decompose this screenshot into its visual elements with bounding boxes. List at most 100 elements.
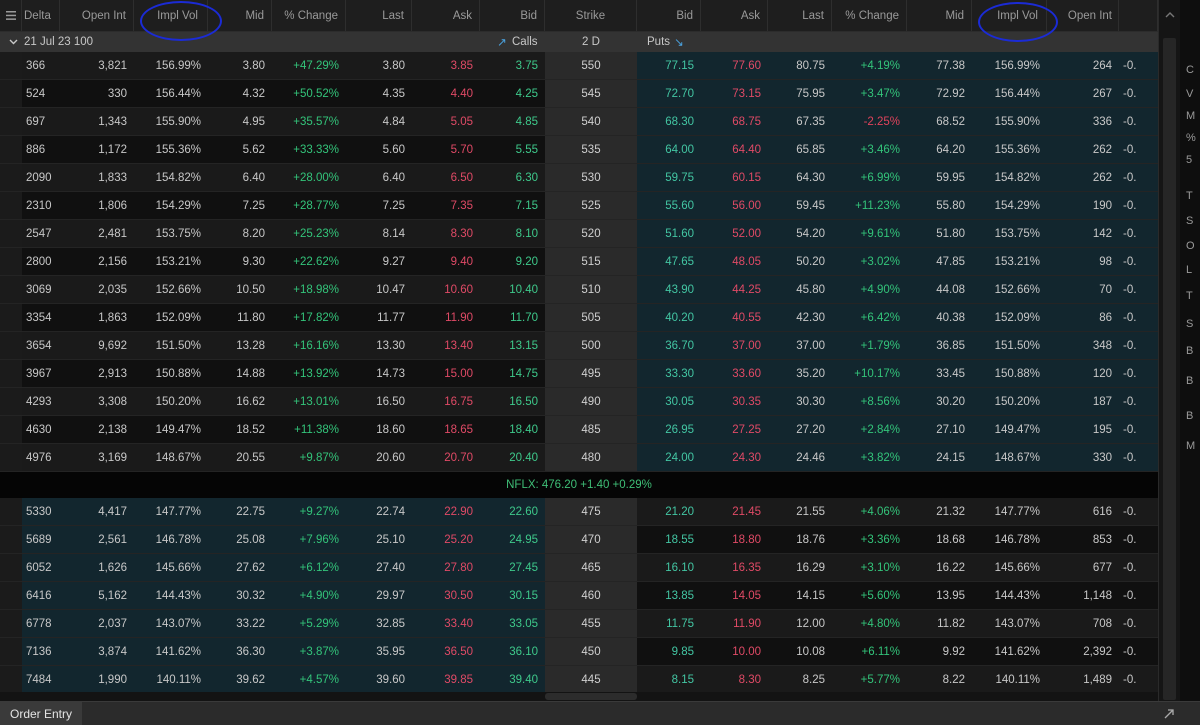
cell-pask[interactable]: 40.55: [701, 304, 768, 331]
cell-ask[interactable]: 15.00: [412, 360, 480, 387]
cell-ask[interactable]: 39.85: [412, 666, 480, 693]
option-row[interactable]: 7136 3,874 141.62% 36.30 +3.87% 35.95 36.50 36.…: [0, 638, 1200, 666]
option-row[interactable]: 5330 4,417 147.77% 22.75 +9.27% 22.74 22.90 22.…: [0, 498, 1200, 526]
cell-ask[interactable]: 11.90: [412, 304, 480, 331]
cell-ask[interactable]: 20.70: [412, 444, 480, 471]
cell-pask[interactable]: 48.05: [701, 248, 768, 275]
option-row[interactable]: 4630 2,138 149.47% 18.52 +11.38% 18.60 18.65 18…: [0, 416, 1200, 444]
option-row[interactable]: 2310 1,806 154.29% 7.25 +28.77% 7.25 7.35 7.15 5…: [0, 192, 1200, 220]
cell-pbid[interactable]: 13.85: [637, 582, 701, 609]
cell-pbid[interactable]: 16.10: [637, 554, 701, 581]
header-ask[interactable]: Ask: [412, 0, 480, 31]
cell-bid[interactable]: 4.85: [480, 108, 545, 135]
cell-pask[interactable]: 56.00: [701, 192, 768, 219]
cell-bid[interactable]: 9.20: [480, 248, 545, 275]
cell-pbid[interactable]: 72.70: [637, 80, 701, 107]
option-row[interactable]: 4293 3,308 150.20% 16.62 +13.01% 16.50 16.75 16…: [0, 388, 1200, 416]
cell-pbid[interactable]: 40.20: [637, 304, 701, 331]
cell-pbid[interactable]: 68.30: [637, 108, 701, 135]
cell-ask[interactable]: 18.65: [412, 416, 480, 443]
cell-bid[interactable]: 24.95: [480, 526, 545, 553]
cell-pbid[interactable]: 21.20: [637, 498, 701, 525]
cell-bid[interactable]: 3.75: [480, 52, 545, 79]
cell-ask[interactable]: 5.05: [412, 108, 480, 135]
cell-bid[interactable]: 33.05: [480, 610, 545, 637]
cell-pbid[interactable]: 59.75: [637, 164, 701, 191]
cell-ask[interactable]: 4.40: [412, 80, 480, 107]
cell-ask[interactable]: 30.50: [412, 582, 480, 609]
cell-bid[interactable]: 11.70: [480, 304, 545, 331]
cell-bid[interactable]: 5.55: [480, 136, 545, 163]
cell-pbid[interactable]: 51.60: [637, 220, 701, 247]
option-row[interactable]: 6052 1,626 145.66% 27.62 +6.12% 27.40 27.80 27.…: [0, 554, 1200, 582]
option-row[interactable]: 2800 2,156 153.21% 9.30 +22.62% 9.27 9.40 9.20 5…: [0, 248, 1200, 276]
cell-pask[interactable]: 37.00: [701, 332, 768, 359]
chevron-down-icon[interactable]: [6, 32, 20, 52]
cell-bid[interactable]: 39.40: [480, 666, 545, 693]
option-row[interactable]: 7484 1,990 140.11% 39.62 +4.57% 39.60 39.85 39.…: [0, 666, 1200, 694]
cell-ask[interactable]: 7.35: [412, 192, 480, 219]
cell-pask[interactable]: 27.25: [701, 416, 768, 443]
cell-bid[interactable]: 18.40: [480, 416, 545, 443]
cell-pask[interactable]: 16.35: [701, 554, 768, 581]
cell-pbid[interactable]: 36.70: [637, 332, 701, 359]
cell-bid[interactable]: 6.30: [480, 164, 545, 191]
cell-pbid[interactable]: 47.65: [637, 248, 701, 275]
cell-bid[interactable]: 10.40: [480, 276, 545, 303]
header-put-last[interactable]: Last: [768, 0, 832, 31]
header-bid[interactable]: Bid: [480, 0, 545, 31]
cell-bid[interactable]: 7.15: [480, 192, 545, 219]
cell-bid[interactable]: 16.50: [480, 388, 545, 415]
option-row[interactable]: 366 3,821 156.99% 3.80 +47.29% 3.80 3.85 3.75 55…: [0, 52, 1200, 80]
header-mid[interactable]: Mid: [208, 0, 272, 31]
header-put-pct-change[interactable]: % Change: [832, 0, 907, 31]
header-last[interactable]: Last: [346, 0, 412, 31]
expand-icon[interactable]: [1158, 702, 1180, 725]
cell-ask[interactable]: 10.60: [412, 276, 480, 303]
cell-pbid[interactable]: 26.95: [637, 416, 701, 443]
option-row[interactable]: 4976 3,169 148.67% 20.55 +9.87% 20.60 20.70 20.…: [0, 444, 1200, 472]
cell-bid[interactable]: 30.15: [480, 582, 545, 609]
header-put-bid[interactable]: Bid: [637, 0, 701, 31]
cell-bid[interactable]: 8.10: [480, 220, 545, 247]
cell-pask[interactable]: 33.60: [701, 360, 768, 387]
cell-ask[interactable]: 3.85: [412, 52, 480, 79]
header-strike[interactable]: Strike: [545, 0, 637, 31]
cell-pask[interactable]: 44.25: [701, 276, 768, 303]
cell-bid[interactable]: 14.75: [480, 360, 545, 387]
option-row[interactable]: 886 1,172 155.36% 5.62 +33.33% 5.60 5.70 5.55 53…: [0, 136, 1200, 164]
cell-bid[interactable]: 20.40: [480, 444, 545, 471]
horizontal-scrollbar[interactable]: [0, 692, 1158, 701]
header-put-mid[interactable]: Mid: [907, 0, 972, 31]
option-row[interactable]: 697 1,343 155.90% 4.95 +35.57% 4.84 5.05 4.85 54…: [0, 108, 1200, 136]
cell-pask[interactable]: 11.90: [701, 610, 768, 637]
cell-bid[interactable]: 22.60: [480, 498, 545, 525]
cell-pbid[interactable]: 55.60: [637, 192, 701, 219]
option-row[interactable]: 6778 2,037 143.07% 33.22 +5.29% 32.85 33.40 33.…: [0, 610, 1200, 638]
cell-pbid[interactable]: 11.75: [637, 610, 701, 637]
header-put-ask[interactable]: Ask: [701, 0, 768, 31]
menu-icon[interactable]: [0, 0, 22, 31]
cell-pbid[interactable]: 24.00: [637, 444, 701, 471]
option-row[interactable]: 2547 2,481 153.75% 8.20 +25.23% 8.14 8.30 8.10 5…: [0, 220, 1200, 248]
option-row[interactable]: 524 330 156.44% 4.32 +50.52% 4.35 4.40 4.25 545 7…: [0, 80, 1200, 108]
cell-pask[interactable]: 73.15: [701, 80, 768, 107]
cell-pask[interactable]: 18.80: [701, 526, 768, 553]
cell-pask[interactable]: 8.30: [701, 666, 768, 693]
horizontal-scroll-thumb[interactable]: [545, 693, 637, 700]
header-delta[interactable]: Delta: [22, 0, 60, 31]
cell-bid[interactable]: 27.45: [480, 554, 545, 581]
option-row[interactable]: 3654 9,692 151.50% 13.28 +16.16% 13.30 13.40 13…: [0, 332, 1200, 360]
cell-pask[interactable]: 64.40: [701, 136, 768, 163]
cell-ask[interactable]: 5.70: [412, 136, 480, 163]
cell-ask[interactable]: 25.20: [412, 526, 480, 553]
option-row[interactable]: 3354 1,863 152.09% 11.80 +17.82% 11.77 11.90 11…: [0, 304, 1200, 332]
cell-pask[interactable]: 77.60: [701, 52, 768, 79]
option-row[interactable]: 6416 5,162 144.43% 30.32 +4.90% 29.97 30.50 30.…: [0, 582, 1200, 610]
cell-ask[interactable]: 27.80: [412, 554, 480, 581]
scroll-up-icon[interactable]: [1159, 8, 1181, 22]
cell-pbid[interactable]: 43.90: [637, 276, 701, 303]
cell-ask[interactable]: 13.40: [412, 332, 480, 359]
cell-ask[interactable]: 36.50: [412, 638, 480, 665]
cell-pbid[interactable]: 64.00: [637, 136, 701, 163]
